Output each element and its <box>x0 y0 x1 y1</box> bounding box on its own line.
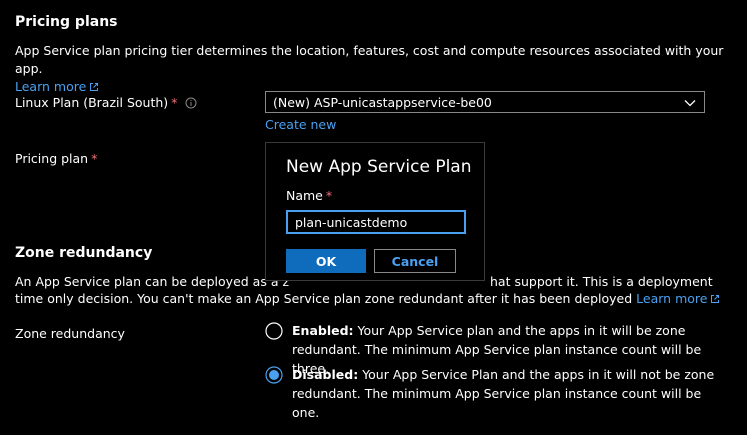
external-link-icon <box>90 83 99 91</box>
zone-option-disabled-title: Disabled: <box>292 367 359 382</box>
linux-plan-selected-value: (New) ASP-unicastappservice-be00 <box>273 95 492 110</box>
chevron-down-icon <box>684 100 696 107</box>
cancel-button[interactable]: Cancel <box>374 249 456 273</box>
create-new-link[interactable]: Create new <box>265 117 336 132</box>
pricing-description: App Service plan pricing tier determines… <box>15 42 735 96</box>
popup-name-label: Name * <box>286 188 332 203</box>
info-icon[interactable] <box>185 97 197 109</box>
zone-redundancy-label: Zone redundancy <box>15 326 125 341</box>
new-app-service-plan-popup: New App Service Plan Name* OK Cancel <box>265 142 485 281</box>
radio-unselected-icon[interactable] <box>265 322 283 340</box>
zone-description-line1-right: hat support it. This is a deployment <box>490 274 713 289</box>
pricing-learn-more-link[interactable]: Learn more <box>15 79 99 94</box>
pricing-plans-title: Pricing plans <box>15 14 118 30</box>
popup-title: New App Service Plan <box>286 157 472 177</box>
zone-option-enabled-title: Enabled: <box>292 323 354 338</box>
required-mark: * <box>171 95 178 110</box>
zone-option-disabled-text: Disabled: Your App Service Plan and the … <box>292 365 732 422</box>
zone-learn-more-label: Learn more <box>636 291 708 306</box>
zone-description-line2-text: time only decision. You can't make an Ap… <box>15 291 633 306</box>
pricing-plan-label: Pricing plan * <box>15 151 97 166</box>
pricing-description-text: App Service plan pricing tier determines… <box>15 43 724 76</box>
required-mark: * <box>325 188 333 203</box>
zone-redundancy-title: Zone redundancy <box>15 245 153 261</box>
popup-name-label-text: Name <box>286 188 323 203</box>
linux-plan-dropdown[interactable]: (New) ASP-unicastappservice-be00 <box>265 91 705 113</box>
required-mark: * <box>91 151 98 166</box>
plan-name-input[interactable] <box>286 210 466 234</box>
zone-description-line1-left: An App Service plan can be deployed as a… <box>15 274 290 289</box>
pricing-plan-label-text: Pricing plan <box>15 151 89 166</box>
zone-description-line2: time only decision. You can't make an Ap… <box>15 290 720 308</box>
external-link-icon <box>711 295 720 303</box>
zone-learn-more-link[interactable]: Learn more <box>636 291 720 306</box>
linux-plan-label-text: Linux Plan (Brazil South) <box>15 95 169 110</box>
linux-plan-label: Linux Plan (Brazil South) * <box>15 95 197 110</box>
radio-selected-icon[interactable] <box>265 366 283 384</box>
pricing-learn-more-label: Learn more <box>15 79 87 94</box>
ok-button[interactable]: OK <box>286 249 366 273</box>
